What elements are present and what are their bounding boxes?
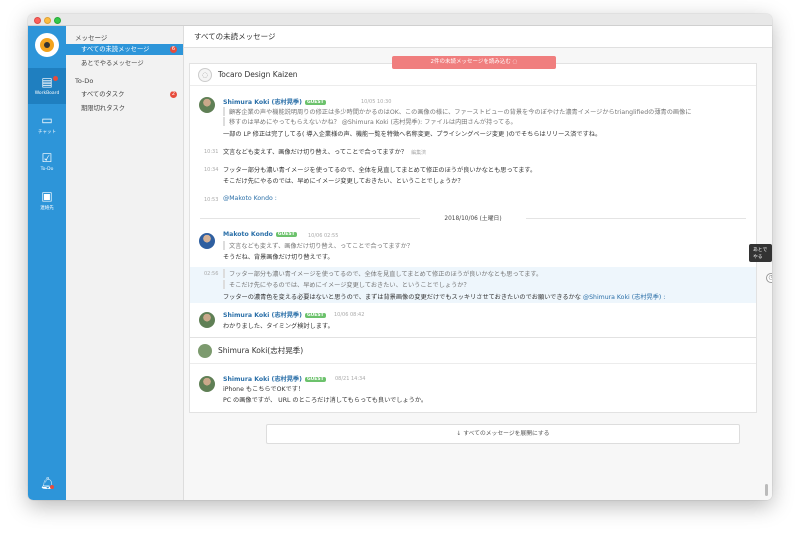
main-panel: すべての未読メッセージ ◌ Tocaro Design Kaizen Shimu… (184, 26, 772, 500)
rail-item-contacts[interactable]: ▣ 連絡先 (28, 182, 66, 218)
message-timestamp: 08/21 14:34 (335, 376, 366, 382)
rail-item-label: 連絡先 (40, 205, 54, 211)
message-timestamp: 10:34 (204, 167, 219, 173)
app-rail: ▤ WorkBoard ▭ チャット ☑ To-Do ▣ 連絡先 🔔︎ (28, 26, 66, 500)
message-body: そこだけ先にやるのでは、早めにイメージ変更しておきたい、ということでしょうか？ (223, 178, 464, 185)
sidebar-item-label: すべての未読メッセージ (81, 46, 150, 53)
close-window-button[interactable] (34, 17, 41, 24)
sidebar-item-all-tasks[interactable]: すべてのタスク 2 (66, 89, 183, 100)
sidebar-item-label: 期限切れタスク (81, 105, 126, 112)
contacts-icon: ▣ (41, 188, 53, 203)
mention-link[interactable]: @Makoto Kondo : (223, 195, 277, 202)
room-chat-icon: ◌ (198, 67, 212, 82)
clock-icon[interactable]: ◷ (766, 273, 772, 283)
workboard-icon: ▤ (41, 75, 53, 89)
avatar[interactable] (199, 376, 215, 392)
todo-icon: ☑ (41, 151, 53, 165)
message-author[interactable]: Shimura Koki (志村晃季) GUEST (223, 374, 326, 383)
message: Shimura Koki (志村晃季) GUEST 08/21 14:34 iPh… (190, 368, 756, 410)
message: 10:53 @Makoto Kondo : (190, 194, 756, 208)
message-highlighted: 02:56 フッター部分も濃い青イメージを使ってるので、全体を見直してまとめて修… (190, 267, 756, 303)
message-timestamp: 10/06 08:42 (334, 312, 365, 318)
message-timestamp: 10:53 (204, 197, 219, 203)
message-author[interactable]: Shimura Koki (志村晃季) GUEST (223, 310, 326, 319)
sidebar-section-todo: To-Do (75, 77, 94, 85)
message-body: PC の画像ですが、 URL のところだけ消してもらっても良いでしょうか。 (223, 397, 428, 404)
message: Shimura Koki (志村晃季) GUEST 10/06 08:42 わかり… (190, 306, 756, 336)
eye-logo-icon (40, 38, 54, 52)
rail-item-label: To-Do (40, 167, 54, 172)
quoted-text: フッター部分も濃い青イメージを使ってるので、全体を見直してまとめて修正のほうが良… (223, 269, 542, 278)
titlebar (28, 14, 772, 26)
message-author[interactable]: Shimura Koki (志村晃季) GUEST (223, 97, 326, 106)
message-timestamp: 02:56 (204, 271, 219, 277)
message-body: 一部の LP 修正は完了してる( 導入企業様の声、機能一覧を特徴へ名称変更、プラ… (223, 131, 602, 138)
room-name: Tocaro Design Kaizen (218, 70, 298, 79)
unread-count-badge: 6 (170, 46, 177, 53)
guest-badge: GUEST (304, 377, 326, 382)
guest-badge: GUEST (275, 232, 297, 237)
app-logo[interactable] (35, 33, 59, 57)
avatar[interactable] (199, 233, 215, 249)
message-body: iPhone もこちらでOKです！ (223, 386, 305, 393)
message-body: 文言なども変えず、画像だけ切り替え、ってことで合ってますか？ (223, 149, 408, 156)
maximize-window-button[interactable] (54, 17, 61, 24)
author-name: Shimura Koki (志村晃季) (223, 376, 302, 383)
message-body: わかりました、タイミング検討します。 (223, 323, 334, 330)
sidebar-item-later[interactable]: あとでやるメッセージ (66, 58, 183, 69)
edited-label: 編集済 (411, 150, 427, 156)
quoted-text: 移すのは早めにやってもらえないかね？ @Shimura Koki (志村晃季):… (223, 117, 517, 126)
message-timestamp: 10/05 10:30 (361, 99, 392, 105)
message: 10:34 フッター部分も濃い青イメージを使ってるので、全体を見直してまとめて修… (190, 164, 756, 188)
load-unread-button[interactable]: 2件の未読メッセージを読み込む ◌ (392, 56, 556, 69)
sidebar-item-label: すべてのタスク (81, 91, 125, 98)
author-name: Shimura Koki (志村晃季) (223, 99, 302, 106)
message-timestamp: 10/06 02:55 (308, 233, 339, 239)
message-timestamp: 10:31 (204, 149, 219, 155)
sidebar: メッセージ すべての未読メッセージ 6 あとでやるメッセージ To-Do すべて… (66, 26, 184, 500)
room-card-shimura: Shimura Koki(志村晃季) Shimura Koki (志村晃季) GU… (189, 337, 757, 413)
expand-all-button[interactable]: ↓ すべてのメッセージを展開にする (266, 424, 740, 444)
quoted-text: そこだけ先にやるのでは、早めにイメージ変更しておきたい、ということでしょうか？ (223, 280, 470, 289)
notification-dot (50, 485, 54, 489)
chat-icon: ▭ (41, 112, 53, 127)
avatar[interactable] (199, 312, 215, 328)
quoted-text: 顧客企業の声や機能説明周りの修正は多少時間かかるのはOK、この画像の様に、ファー… (223, 107, 691, 116)
message-author[interactable]: Makoto Kondo GUEST (223, 231, 297, 238)
sidebar-section-messages: メッセージ (75, 34, 108, 42)
app-window: ▤ WorkBoard ▭ チャット ☑ To-Do ▣ 連絡先 🔔︎ メッセー… (28, 14, 772, 500)
task-count-badge: 2 (170, 91, 177, 98)
quoted-text: 文言なども変えず、画像だけ切り替え、ってことで合ってますか？ (223, 241, 413, 250)
minimize-window-button[interactable] (44, 17, 51, 24)
sidebar-item-expired-tasks[interactable]: 期限切れタスク (66, 103, 183, 114)
avatar (198, 343, 212, 358)
room-name: Shimura Koki(志村晃季) (218, 346, 304, 355)
room-header[interactable]: Shimura Koki(志村晃季) (190, 338, 756, 364)
mention-link[interactable]: @Shimura Koki (志村晃季) : (583, 294, 665, 301)
rail-item-workboard[interactable]: ▤ WorkBoard (28, 68, 66, 104)
message-body: そうだね、背景画像だけ切り替えです。 (223, 254, 334, 261)
message-body: フッター部分も濃い青イメージを使ってるので、全体を見直してまとめて修正のほうが良… (223, 167, 537, 174)
message: Makoto Kondo GUEST 10/06 02:55 文言なども変えず、画… (190, 226, 756, 261)
page-title: すべての未読メッセージ (184, 26, 772, 48)
sidebar-item-unread[interactable]: すべての未読メッセージ 6 (66, 44, 183, 55)
avatar[interactable] (199, 97, 215, 113)
message: 10:31 文言なども変えず、画像だけ切り替え、ってことで合ってますか？ 編集済 (190, 146, 756, 160)
sidebar-item-label: あとでやるメッセージ (81, 60, 144, 67)
scrollbar[interactable] (765, 484, 768, 496)
author-name: Shimura Koki (志村晃季) (223, 312, 302, 319)
later-tooltip: あとでやる (749, 244, 772, 262)
guest-badge: GUEST (304, 100, 326, 105)
notification-dot (53, 76, 58, 81)
author-name: Makoto Kondo (223, 231, 273, 238)
rail-item-label: チャット (38, 129, 56, 135)
date-separator: 2018/10/06 (土曜日) (190, 213, 756, 223)
rail-item-chat[interactable]: ▭ チャット (28, 106, 66, 142)
room-card-tocaro: ◌ Tocaro Design Kaizen Shimura Koki (志村晃… (189, 63, 757, 340)
guest-badge: GUEST (304, 313, 326, 318)
message-body: フッターの濃青色を変える必要はないと思うので、まずは背景画像の変更だけでもスッキ… (223, 294, 581, 301)
date-label: 2018/10/06 (土曜日) (444, 216, 502, 222)
rail-item-label: WorkBoard (34, 91, 60, 96)
rail-item-todo[interactable]: ☑ To-Do (28, 144, 66, 180)
